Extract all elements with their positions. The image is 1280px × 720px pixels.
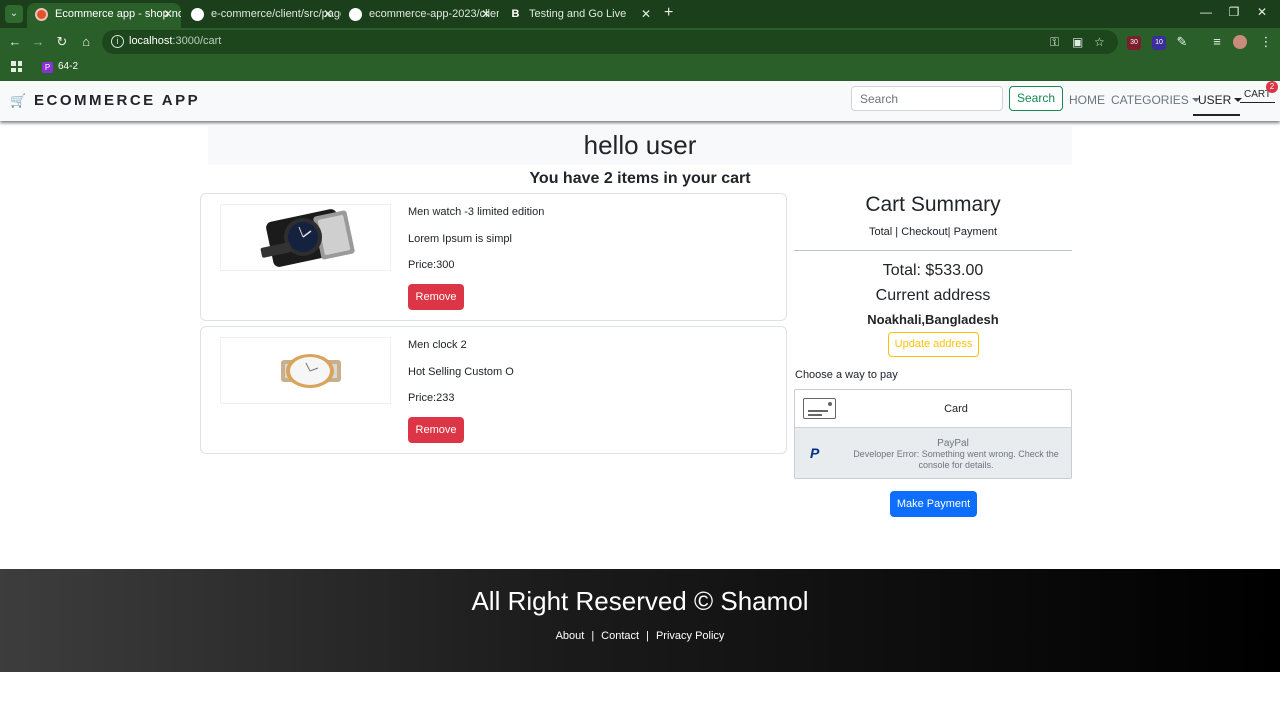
paypal-payment-option[interactable]: P PayPal Developer Error: Something went… [795,428,1071,478]
nav-home-link[interactable]: HOME [1069,93,1105,107]
product-name: Men clock 2 [408,339,467,351]
cart-summary-subtitle: Total | Checkout| Payment [869,226,997,238]
back-icon[interactable]: ← [7,34,23,49]
home-icon[interactable]: ⌂ [78,34,94,49]
search-input[interactable] [851,86,1003,111]
product-price: Price:300 [408,259,455,271]
browser-menu-icon[interactable]: ⋮ [1258,34,1274,50]
search-button[interactable]: Search [1009,86,1063,111]
tab-title: e-commerce/client/src/pages/C [211,8,341,20]
password-key-icon[interactable]: ⚿ [1050,35,1059,50]
remove-item-button[interactable]: Remove [408,284,464,310]
close-tab-icon[interactable]: ✕ [163,3,173,25]
footer-links: About | Contact | Privacy Policy [0,630,1280,642]
tab-title: Testing and Go Live [529,8,627,20]
product-price: Price:233 [408,392,455,404]
summary-divider [794,250,1072,251]
bookmark-item[interactable]: P 64-2 [42,61,78,73]
close-tab-icon[interactable]: ✕ [323,3,333,25]
close-tab-icon[interactable]: ✕ [481,3,491,25]
tab-favicon-icon [35,8,48,21]
tab-title: ecommerce-app-2023/client/sr [369,8,499,20]
tab-github-cart[interactable]: e-commerce/client/src/pages/C ✕ [183,3,341,28]
app-navbar: 🛒ECOMMERCE APP Search HOME CATEGORIES US… [0,81,1280,121]
product-name: Men watch -3 limited edition [408,206,545,218]
footer-separator: | [646,630,649,642]
site-info-icon[interactable]: i [111,35,124,48]
github-icon [349,8,362,21]
product-description: Lorem Ipsum is simpl [408,233,512,245]
payment-options: Card P PayPal Developer Error: Something… [794,389,1072,479]
brand-logo[interactable]: 🛒 ECOMMERCE APP [10,92,200,109]
current-address: Noakhali,Bangladesh [867,312,999,327]
footer-privacy-link[interactable]: Privacy Policy [656,630,724,642]
extension-purple-icon[interactable]: 10 [1152,36,1166,50]
tab-strip: ⌄ Ecommerce app - shop now ✕ e-commerce/… [0,0,1280,28]
nav-user-dropdown[interactable]: USER [1198,93,1243,107]
apps-grid-icon[interactable] [11,61,22,72]
card-option-label: Card [944,403,968,415]
bootstrap-icon: B [511,8,520,20]
remove-item-button[interactable]: Remove [408,417,464,443]
footer-contact-link[interactable]: Contact [601,630,639,642]
paypal-label: PayPal [937,438,969,449]
product-image [220,337,391,404]
browser-chrome: ⌄ Ecommerce app - shop now ✕ e-commerce/… [0,0,1280,81]
close-tab-icon[interactable]: ✕ [641,3,651,25]
close-window-icon[interactable]: ✕ [1252,5,1272,19]
make-payment-button[interactable]: Make Payment [890,491,977,517]
paypal-error-message: Developer Error: Something went wrong. C… [853,449,1059,470]
browser-toolbar: ← → ↻ ⌂ i localhost:3000/cart ⚿ ▣ ☆ 30 1… [0,28,1280,56]
restore-icon[interactable]: ❐ [1224,5,1244,19]
reload-icon[interactable]: ↻ [54,34,70,50]
address-bar[interactable]: i localhost:3000/cart ⚿ ▣ ☆ [102,30,1118,54]
tab-github-ecommerce-2023[interactable]: ecommerce-app-2023/client/sr ✕ [341,3,499,28]
extensions-puzzle-icon[interactable]: ✎ [1174,34,1190,50]
cart-item-card: Men clock 2 Hot Selling Custom O Price:2… [200,326,787,454]
tab-ecommerce-app[interactable]: Ecommerce app - shop now ✕ [27,3,181,28]
tab-testing-go-live[interactable]: B Testing and Go Live ✕ [501,3,659,28]
extension-red-icon[interactable]: 30 [1127,36,1141,50]
footer-copyright: All Right Reserved © Shamol [471,586,809,616]
site-footer: All Right Reserved © Shamol About | Contac… [0,569,1280,672]
minimize-icon[interactable]: — [1196,5,1216,19]
forward-icon[interactable]: → [30,34,46,49]
profile-avatar[interactable] [1233,35,1247,49]
shopping-cart-icon: 🛒 [10,93,27,108]
url-text[interactable]: localhost:3000/cart [129,35,221,47]
bookmarks-bar: P 64-2 [0,56,1280,81]
product-description: Hot Selling Custom O [408,366,514,378]
card-payment-option[interactable]: Card [795,390,1071,428]
active-nav-underline [1193,114,1240,116]
cart-summary-title: Cart Summary [865,193,1001,216]
cart-count-badge: 2 [1266,81,1278,93]
bookmark-favicon-icon: P [42,62,53,73]
paypal-icon: P [810,445,820,461]
install-app-icon[interactable]: ▣ [1072,35,1083,49]
footer-separator: | [591,630,595,642]
nav-categories-dropdown[interactable]: CATEGORIES [1111,93,1200,107]
github-icon [191,8,204,21]
cart-total: Total: $533.00 [882,262,984,279]
payment-method-label: Choose a way to pay [795,369,898,381]
tab-search-menu[interactable]: ⌄ [5,5,23,23]
update-address-button[interactable]: Update address [888,332,979,357]
bookmark-star-icon[interactable]: ☆ [1094,35,1105,49]
product-image [220,204,391,271]
new-tab-icon[interactable]: + [664,4,673,22]
cart-items-count: You have 2 items in your cart [529,170,751,187]
greeting-heading: hello user [208,125,1072,165]
footer-about-link[interactable]: About [556,630,585,642]
cart-item-card: Men watch -3 limited edition Lorem Ipsum… [200,193,787,321]
reading-list-icon[interactable]: ≡ [1209,34,1225,49]
address-heading: Current address [875,287,991,304]
